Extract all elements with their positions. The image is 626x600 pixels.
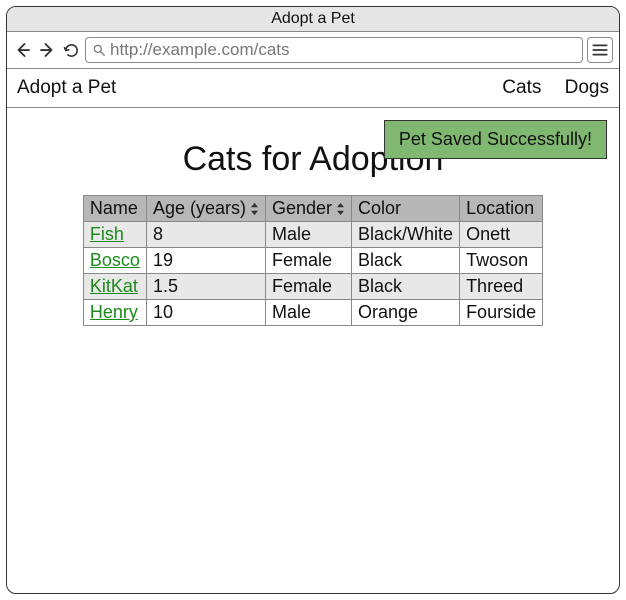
col-color[interactable]: Color (352, 196, 460, 222)
cell-age: 10 (146, 300, 265, 326)
cell-color: Black (352, 248, 460, 274)
window-title: Adopt a Pet (271, 10, 355, 27)
table-header-row: Name Age (years) Gender Color Location (83, 196, 542, 222)
pet-link[interactable]: KitKat (90, 276, 138, 296)
cell-gender: Male (265, 222, 351, 248)
cell-age: 8 (146, 222, 265, 248)
cell-color: Black (352, 274, 460, 300)
toast-message: Pet Saved Successfully! (399, 129, 592, 149)
back-button[interactable] (13, 40, 33, 60)
col-gender[interactable]: Gender (265, 196, 351, 222)
sort-icon (336, 202, 345, 216)
sort-icon (250, 202, 259, 216)
col-location[interactable]: Location (460, 196, 543, 222)
url-text: http://example.com/cats (110, 40, 576, 60)
arrow-left-icon (14, 41, 32, 59)
pet-link[interactable]: Bosco (90, 250, 140, 270)
cell-location: Threed (460, 274, 543, 300)
col-name[interactable]: Name (83, 196, 146, 222)
nav-links: Cats Dogs (484, 77, 609, 99)
pet-link[interactable]: Henry (90, 302, 138, 322)
pet-link[interactable]: Fish (90, 224, 124, 244)
table-row: Henry 10 Male Orange Fourside (83, 300, 542, 326)
cell-age: 1.5 (146, 274, 265, 300)
app-navbar: Adopt a Pet Cats Dogs (7, 69, 619, 108)
reload-button[interactable] (61, 40, 81, 60)
col-age[interactable]: Age (years) (146, 196, 265, 222)
nav-link-dogs[interactable]: Dogs (565, 77, 609, 98)
menu-button[interactable] (587, 37, 613, 63)
cell-color: Orange (352, 300, 460, 326)
table-row: Bosco 19 Female Black Twoson (83, 248, 542, 274)
forward-button[interactable] (37, 40, 57, 60)
browser-toolbar: http://example.com/cats (7, 32, 619, 69)
cell-location: Fourside (460, 300, 543, 326)
cell-age: 19 (146, 248, 265, 274)
browser-window: Adopt a Pet http://example.com/cats Adop… (6, 6, 620, 594)
brand-title[interactable]: Adopt a Pet (17, 77, 484, 99)
table-row: KitKat 1.5 Female Black Threed (83, 274, 542, 300)
search-icon (92, 43, 106, 57)
hamburger-icon (592, 43, 608, 57)
table-body: Fish 8 Male Black/White Onett Bosco 19 F… (83, 222, 542, 326)
pets-table: Name Age (years) Gender Color Location F… (83, 195, 543, 326)
page-content: Pet Saved Successfully! Cats for Adoptio… (7, 108, 619, 593)
cell-gender: Male (265, 300, 351, 326)
success-toast: Pet Saved Successfully! (384, 120, 607, 159)
reload-icon (63, 42, 80, 59)
cell-color: Black/White (352, 222, 460, 248)
cell-location: Onett (460, 222, 543, 248)
window-titlebar: Adopt a Pet (7, 7, 619, 32)
arrow-right-icon (38, 41, 56, 59)
url-bar[interactable]: http://example.com/cats (85, 37, 583, 63)
cell-gender: Female (265, 274, 351, 300)
cell-location: Twoson (460, 248, 543, 274)
cell-gender: Female (265, 248, 351, 274)
nav-link-cats[interactable]: Cats (502, 77, 541, 98)
table-row: Fish 8 Male Black/White Onett (83, 222, 542, 248)
